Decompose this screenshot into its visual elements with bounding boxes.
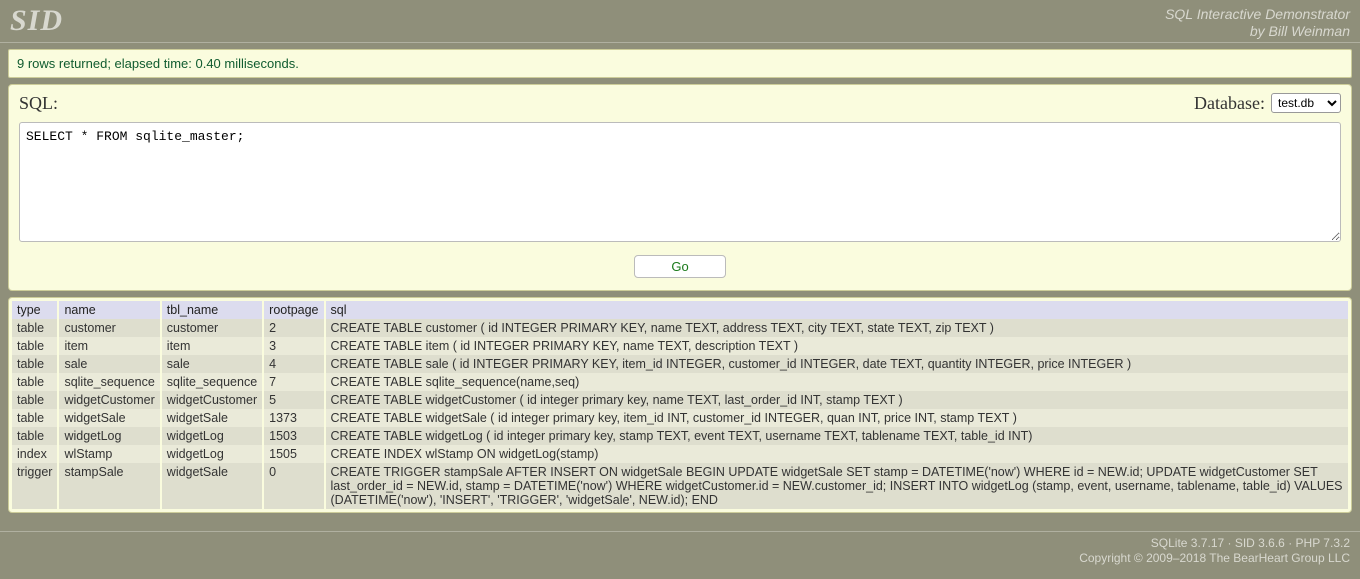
cell-tbl_name: sale [161,355,263,373]
footer-line1: SQLite 3.7.17 · SID 3.6.6 · PHP 7.3.2 [10,536,1350,552]
sql-label: SQL: [19,93,58,114]
cell-rootpage: 7 [263,373,324,391]
table-row: tablesalesale4CREATE TABLE sale ( id INT… [12,355,1348,373]
subtitle-line1: SQL Interactive Demonstrator [1165,6,1350,23]
cell-sql: CREATE TABLE widgetLog ( id integer prim… [325,427,1348,445]
footer: SQLite 3.7.17 · SID 3.6.6 · PHP 7.3.2 Co… [0,531,1360,579]
cell-sql: CREATE TRIGGER stampSale AFTER INSERT ON… [325,463,1348,509]
cell-type: table [12,373,58,391]
cell-rootpage: 2 [263,319,324,337]
cell-name: widgetSale [58,409,160,427]
cell-rootpage: 1373 [263,409,324,427]
cell-tbl_name: widgetLog [161,445,263,463]
cell-rootpage: 0 [263,463,324,509]
table-row: tablewidgetLogwidgetLog1503CREATE TABLE … [12,427,1348,445]
status-bar: 9 rows returned; elapsed time: 0.40 mill… [8,49,1352,78]
results-table: type name tbl_name rootpage sql tablecus… [12,301,1348,509]
col-header-sql: sql [325,301,1348,319]
col-header-rootpage: rootpage [263,301,324,319]
col-header-type: type [12,301,58,319]
cell-type: table [12,355,58,373]
cell-tbl_name: widgetSale [161,409,263,427]
table-row: tableitemitem3CREATE TABLE item ( id INT… [12,337,1348,355]
cell-name: sale [58,355,160,373]
col-header-tbl_name: tbl_name [161,301,263,319]
cell-sql: CREATE TABLE widgetSale ( id integer pri… [325,409,1348,427]
sql-input[interactable] [19,122,1341,242]
cell-name: widgetLog [58,427,160,445]
results-panel: type name tbl_name rootpage sql tablecus… [8,297,1352,513]
cell-sql: CREATE TABLE customer ( id INTEGER PRIMA… [325,319,1348,337]
cell-sql: CREATE TABLE sqlite_sequence(name,seq) [325,373,1348,391]
cell-name: widgetCustomer [58,391,160,409]
header-subtitle: SQL Interactive Demonstrator by Bill Wei… [1165,4,1350,40]
app-logo: SID [10,4,63,38]
database-label: Database: [1194,93,1265,114]
cell-type: table [12,391,58,409]
table-row: tablewidgetSalewidgetSale1373CREATE TABL… [12,409,1348,427]
cell-tbl_name: widgetLog [161,427,263,445]
table-row: indexwlStampwidgetLog1505CREATE INDEX wl… [12,445,1348,463]
cell-rootpage: 3 [263,337,324,355]
cell-sql: CREATE TABLE widgetCustomer ( id integer… [325,391,1348,409]
go-button[interactable]: Go [634,255,725,278]
cell-name: item [58,337,160,355]
cell-sql: CREATE INDEX wlStamp ON widgetLog(stamp) [325,445,1348,463]
subtitle-line2: by Bill Weinman [1165,23,1350,40]
cell-rootpage: 5 [263,391,324,409]
cell-rootpage: 1505 [263,445,324,463]
cell-tbl_name: item [161,337,263,355]
cell-name: wlStamp [58,445,160,463]
cell-sql: CREATE TABLE item ( id INTEGER PRIMARY K… [325,337,1348,355]
table-row: triggerstampSalewidgetSale0CREATE TRIGGE… [12,463,1348,509]
cell-type: table [12,409,58,427]
header: SID SQL Interactive Demonstrator by Bill… [0,0,1360,43]
database-select[interactable]: test.db [1271,93,1341,113]
cell-tbl_name: sqlite_sequence [161,373,263,391]
table-row: tablewidgetCustomerwidgetCustomer5CREATE… [12,391,1348,409]
cell-name: sqlite_sequence [58,373,160,391]
cell-tbl_name: widgetSale [161,463,263,509]
results-header-row: type name tbl_name rootpage sql [12,301,1348,319]
cell-type: table [12,319,58,337]
footer-line2: Copyright © 2009–2018 The BearHeart Grou… [10,551,1350,567]
cell-type: table [12,337,58,355]
cell-name: customer [58,319,160,337]
cell-type: index [12,445,58,463]
col-header-name: name [58,301,160,319]
cell-sql: CREATE TABLE sale ( id INTEGER PRIMARY K… [325,355,1348,373]
cell-type: table [12,427,58,445]
cell-rootpage: 4 [263,355,324,373]
sql-panel: SQL: Database: test.db Go [8,84,1352,291]
cell-tbl_name: widgetCustomer [161,391,263,409]
table-row: tablecustomercustomer2CREATE TABLE custo… [12,319,1348,337]
cell-name: stampSale [58,463,160,509]
table-row: tablesqlite_sequencesqlite_sequence7CREA… [12,373,1348,391]
cell-tbl_name: customer [161,319,263,337]
cell-type: trigger [12,463,58,509]
cell-rootpage: 1503 [263,427,324,445]
